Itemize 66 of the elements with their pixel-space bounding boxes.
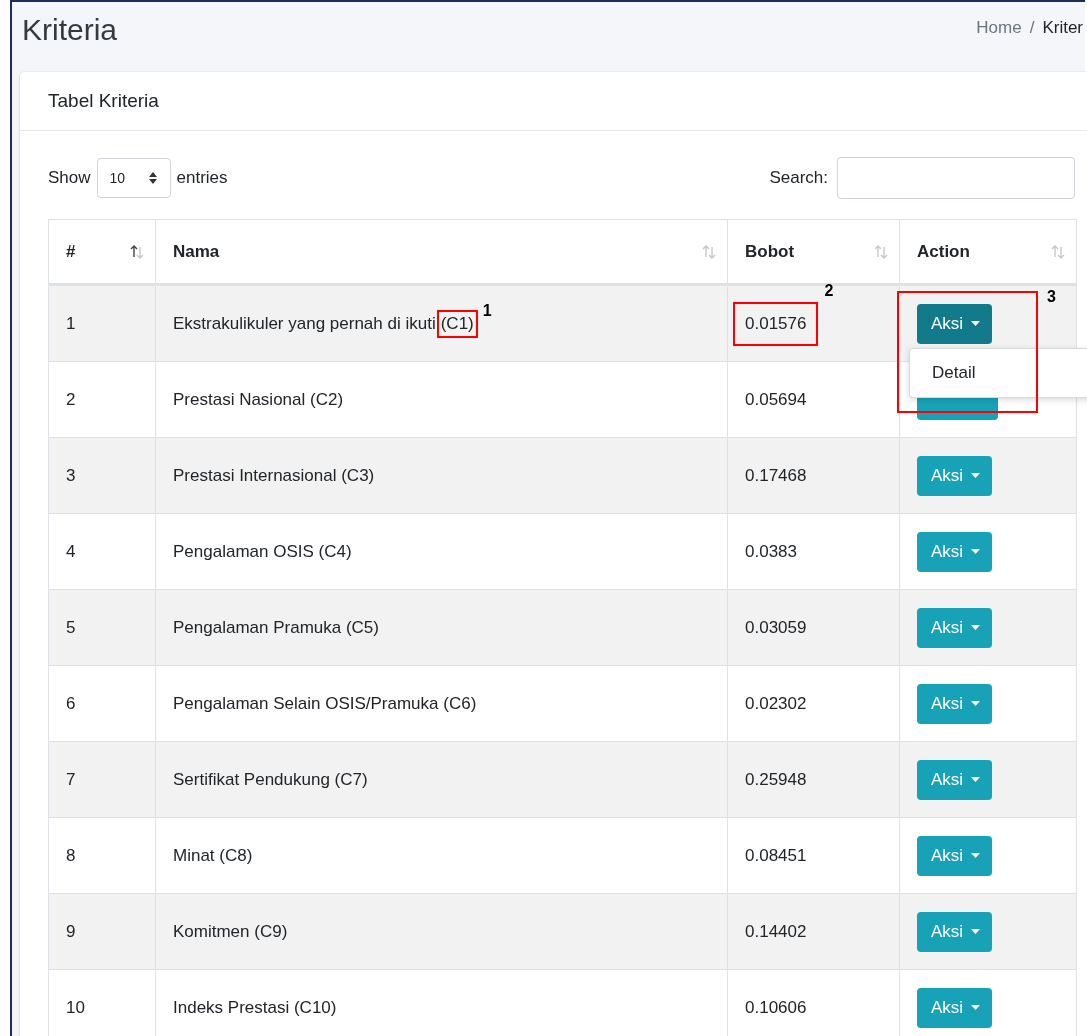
action-dropdown-button[interactable]: Aksi — [917, 683, 993, 724]
table-cell-text: 1 — [65, 312, 77, 335]
action-dropdown-button[interactable]: Aksi — [917, 835, 993, 876]
column-header[interactable]: # — [49, 220, 155, 283]
column-header[interactable]: Bobot — [727, 220, 899, 283]
caret-icon — [971, 549, 981, 554]
action-dropdown-button[interactable]: Aksi — [917, 911, 993, 952]
criterion-name: Prestasi Nasional (C2) — [173, 389, 344, 410]
breadcrumb-link[interactable]: Home — [976, 18, 1022, 38]
weight-value: 0.14402 — [745, 921, 807, 942]
entries-label: entries — [176, 168, 228, 188]
criterion-name: Pengalaman Pramuka (C5) — [173, 617, 379, 638]
table-cell-text: 9 — [65, 920, 77, 943]
table-cell-text: 7 — [65, 768, 77, 791]
action-dropdown-button[interactable]: Aksi — [917, 531, 993, 572]
caret-icon — [971, 625, 981, 630]
updown-icon — [147, 171, 158, 185]
callout-number: 3 — [1047, 288, 1056, 306]
weight-value: 0.10606 — [745, 997, 807, 1018]
caret-icon — [971, 321, 981, 326]
criterion-name: Sertifikat Pendukung (C7) — [173, 769, 368, 790]
caret-icon — [971, 929, 981, 934]
table-cell-text: 2 — [65, 388, 77, 411]
caret-icon — [971, 473, 981, 478]
weight-value: 0.17468 — [745, 465, 807, 486]
action-dropdown-button[interactable]: Aksi — [917, 607, 993, 648]
card-title: Tabel Kriteria — [20, 72, 1087, 131]
table-cell-text: 8 — [65, 844, 77, 867]
table-cell-text: 4 — [65, 540, 77, 563]
menu-item[interactable]: Detail — [910, 357, 1087, 389]
table-cell-text: 3 — [65, 464, 77, 487]
caret-icon — [971, 1005, 981, 1010]
criterion-name: Komitmen (C9) — [173, 921, 288, 942]
action-dropdown-button[interactable]: Aksi — [917, 759, 993, 800]
criterion-name: Pengalaman Selain OSIS/Pramuka (C6) — [173, 693, 477, 714]
action-dropdown-button[interactable]: Aksi — [917, 987, 993, 1028]
weight-value: 0.08451 — [745, 845, 807, 866]
search-field[interactable] — [837, 157, 1075, 199]
action-dropdown-button[interactable]: Aksi — [917, 303, 993, 344]
table-cell-text: 5 — [65, 616, 77, 639]
weight-value: 0.25948 — [745, 769, 807, 790]
caret-icon — [971, 853, 981, 858]
weight-value: 0.02302 — [745, 693, 807, 714]
breadcrumb-separator: / — [1029, 18, 1035, 38]
callout-number: 2 — [824, 281, 834, 300]
criterion-name: Indeks Prestasi (C10) — [173, 997, 337, 1018]
action-dropdown-button[interactable]: Aksi — [917, 455, 993, 496]
sort-icon[interactable] — [129, 243, 145, 260]
weight-value: 0.03059 — [745, 617, 807, 638]
column-header[interactable]: Action — [899, 220, 1076, 283]
show-label: Show — [48, 168, 91, 188]
page-title: Kriteria — [22, 12, 118, 48]
criterion-name: Minat (C8) — [173, 845, 253, 866]
callout-number: 1 — [482, 301, 492, 320]
criterion-name: Pengalaman OSIS (C4) — [173, 541, 352, 562]
criterion-name: Ekstrakulikuler yang pernah di ikuti — [173, 313, 436, 334]
search-label: Search: — [769, 168, 828, 188]
table-cell-text: 10 — [65, 996, 86, 1019]
entries-select[interactable]: 10 — [96, 158, 171, 198]
caret-icon — [971, 701, 981, 706]
weight-value: 0.0383 — [745, 541, 797, 562]
weight-value: 0.05694 — [745, 389, 807, 410]
caret-icon — [971, 777, 981, 782]
criterion-name: Prestasi Internasional (C3) — [173, 465, 375, 486]
column-header[interactable]: Nama — [155, 220, 727, 283]
table-cell-text: 6 — [65, 692, 77, 715]
